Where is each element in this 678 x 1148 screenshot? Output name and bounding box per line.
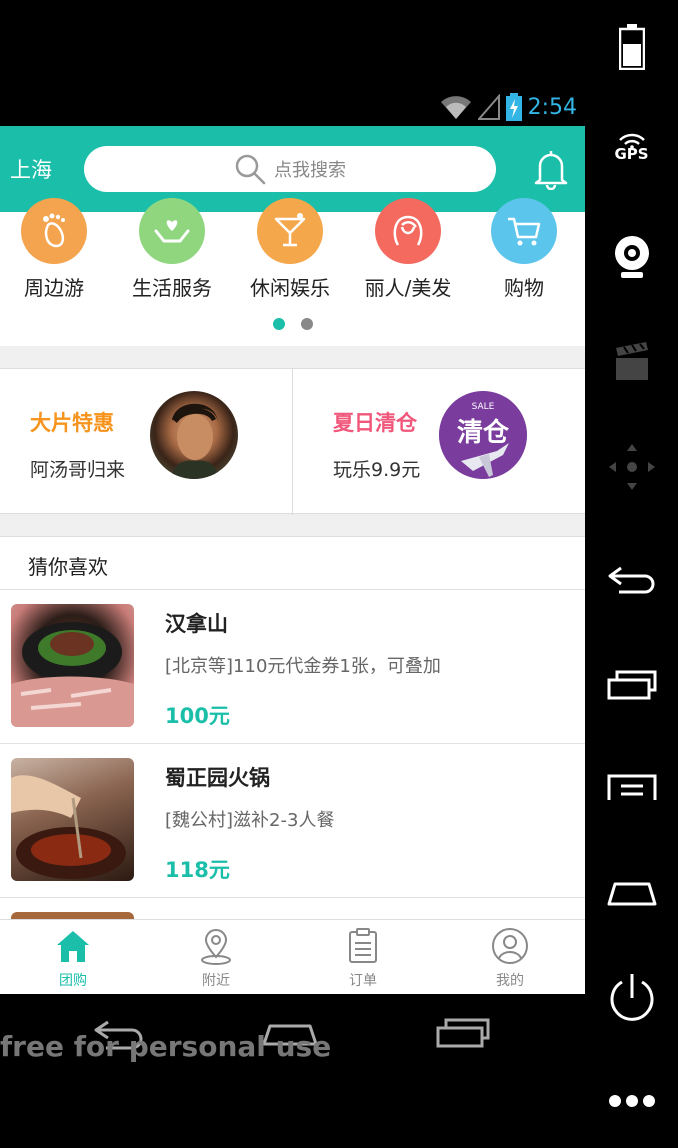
category-shopping[interactable]: 购物: [474, 198, 574, 301]
page-dot[interactable]: [300, 318, 313, 330]
badge-small-text: SALE: [472, 402, 495, 412]
tab-group-buy[interactable]: 团购: [0, 920, 146, 994]
category-nearby-travel[interactable]: 周边游: [4, 198, 104, 301]
tab-nearby[interactable]: 附近: [143, 920, 289, 994]
emulator-window: 2:54 上海 点我搜索 周边游 生活服务 休闲娱乐 丽人/美发 购物 大片特惠…: [0, 0, 678, 1148]
location-pin-icon: [201, 929, 231, 965]
recent-apps-icon: [607, 670, 656, 700]
user-icon: [492, 928, 528, 964]
woman-hair-icon: [393, 215, 423, 246]
power-button[interactable]: [585, 972, 678, 1024]
category-label: 丽人/美发: [364, 276, 452, 300]
badge-text: 清仓: [457, 417, 510, 448]
promo-summer-clearance[interactable]: 夏日清仓 玩乐9.9元 SALE 清仓: [292, 369, 584, 515]
promo-subtitle: 玩乐9.9元: [333, 459, 421, 481]
promo-title: 夏日清仓: [333, 411, 417, 435]
category-label: 购物: [504, 276, 544, 300]
page-indicator: [0, 318, 585, 330]
dpad-icon: [608, 444, 655, 490]
power-icon: [610, 974, 653, 1021]
tab-label: 订单: [349, 973, 377, 989]
tab-orders[interactable]: 订单: [290, 920, 436, 994]
category-grid: 周边游 生活服务 休闲娱乐 丽人/美发 购物: [0, 198, 585, 346]
list-item[interactable]: 蜀正园火锅 [魏公村]滋补2-3人餐 118元: [0, 744, 585, 898]
deal-name: 蜀正园火锅: [165, 766, 270, 790]
dpad-button[interactable]: [585, 442, 678, 492]
section-title: 猜你喜欢: [28, 555, 108, 579]
category-label: 休闲娱乐: [250, 276, 330, 300]
search-placeholder: 点我搜索: [274, 160, 346, 181]
category-beauty-hair[interactable]: 丽人/美发: [358, 198, 458, 301]
wifi-icon: [440, 96, 471, 119]
search-icon: [235, 154, 266, 185]
battery-icon: [618, 24, 645, 70]
promo-movie-deal[interactable]: 大片特惠 阿汤哥归来: [0, 369, 292, 515]
list-item[interactable]: 汉拿山 [北京等]110元代金券1张，可叠加 100元: [0, 590, 585, 744]
city-selector[interactable]: 上海: [10, 154, 52, 184]
screen-record-button[interactable]: [585, 340, 678, 382]
bell-icon[interactable]: [532, 148, 570, 190]
tab-label: 团购: [59, 973, 87, 989]
promo-subtitle: 阿汤哥归来: [30, 459, 126, 481]
category-label: 生活服务: [132, 276, 212, 300]
phone-screen: 2:54 上海 点我搜索 周边游 生活服务 休闲娱乐 丽人/美发 购物 大片特惠…: [0, 0, 585, 1148]
cart-icon: [508, 217, 541, 246]
category-life-service[interactable]: 生活服务: [122, 198, 222, 301]
deal-description: [北京等]110元代金券1张，可叠加: [165, 656, 441, 677]
footprint-icon: [43, 213, 65, 248]
watermark-text: free for personal use: [0, 1030, 332, 1063]
status-bar: 2:54: [0, 88, 585, 126]
home-outline-icon: [607, 882, 656, 906]
battery-button[interactable]: [585, 24, 678, 70]
home-icon: [57, 931, 89, 962]
emulator-home-button[interactable]: [585, 878, 678, 908]
back-arrow-icon: [608, 566, 654, 594]
tab-label: 附近: [202, 973, 230, 989]
promo-title: 大片特惠: [30, 411, 114, 435]
cocktail-icon: [274, 213, 306, 247]
android-nav-bar: [0, 994, 585, 1148]
tab-mine[interactable]: 我的: [437, 920, 583, 994]
gps-button[interactable]: GPS: [585, 132, 678, 163]
clapperboard-icon: [615, 342, 648, 380]
deal-thumbnail: [11, 758, 134, 881]
search-box[interactable]: 点我搜索: [84, 146, 496, 192]
webcam-icon: [614, 236, 649, 278]
emulator-back-button[interactable]: [585, 564, 678, 594]
emulator-side-panel: GPS: [585, 0, 678, 1148]
movie-poster-image: [150, 391, 238, 479]
deal-description: [魏公村]滋补2-3人餐: [165, 810, 335, 831]
clipboard-icon: [349, 928, 377, 963]
tab-label: 我的: [496, 973, 524, 989]
more-dots-icon: [608, 1095, 655, 1107]
deal-name: 汉拿山: [165, 612, 228, 636]
recent-apps-nav-icon[interactable]: [436, 1016, 490, 1050]
page-dot-active[interactable]: [272, 318, 285, 330]
menu-icon: [607, 774, 656, 800]
heart-hands-icon: [154, 220, 190, 243]
app-content: 上海 点我搜索 周边游 生活服务 休闲娱乐 丽人/美发 购物 大片特惠 阿汤哥归…: [0, 126, 585, 994]
gps-label: GPS: [614, 145, 649, 163]
emulator-menu-button[interactable]: [585, 772, 678, 802]
deal-price: 100元: [165, 704, 230, 728]
emulator-recents-button[interactable]: [585, 668, 678, 702]
camera-button[interactable]: [585, 234, 678, 280]
clearance-badge-image: SALE 清仓: [439, 391, 527, 479]
signal-icon: [477, 94, 500, 120]
more-options-button[interactable]: [585, 1092, 678, 1110]
battery-charging-icon: [505, 93, 522, 121]
promo-banner-row: 大片特惠 阿汤哥归来 夏日清仓 玩乐9.9元 SALE 清仓: [0, 368, 585, 515]
deal-price: 118元: [165, 858, 230, 882]
category-entertainment[interactable]: 休闲娱乐: [240, 198, 340, 301]
clock-time: 2:54: [527, 94, 577, 120]
category-label: 周边游: [24, 276, 84, 300]
deal-thumbnail: [11, 604, 134, 727]
bottom-tab-bar: 团购 附近 订单 我的: [0, 919, 585, 994]
